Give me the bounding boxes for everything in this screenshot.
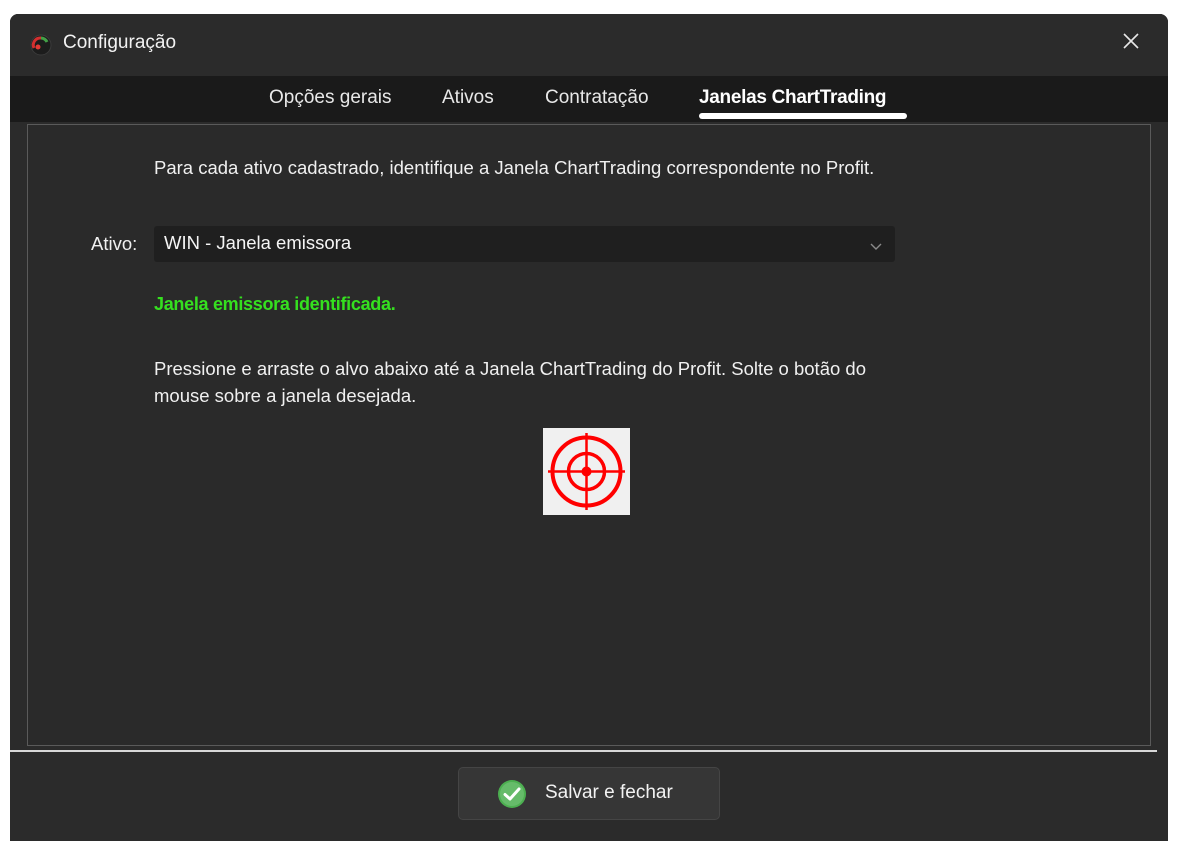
footer-divider (10, 750, 1157, 752)
window-title: Configuração (63, 32, 177, 53)
asset-select[interactable]: WIN - Janela emissora (154, 226, 895, 262)
save-and-close-button[interactable]: Salvar e fechar (458, 767, 720, 820)
tab-opcoes-gerais[interactable]: Opções gerais (269, 87, 392, 109)
chevron-down-icon (869, 238, 883, 250)
configuration-dialog: Configuração Opções gerais Ativos Contra… (10, 14, 1168, 841)
instruction-text: Para cada ativo cadastrado, identifique … (154, 157, 875, 178)
title-bar: Configuração (10, 14, 1168, 74)
tab-ativos[interactable]: Ativos (442, 87, 494, 109)
close-icon (1122, 32, 1140, 55)
tab-contratacao[interactable]: Contratação (545, 87, 649, 109)
save-button-label: Salvar e fechar (545, 782, 673, 803)
tab-bar: Opções gerais Ativos Contratação Janelas… (10, 76, 1168, 122)
check-circle-icon (497, 779, 527, 809)
app-logo-icon (30, 34, 52, 56)
drag-target-handle[interactable] (543, 428, 630, 515)
close-button[interactable] (1116, 28, 1146, 58)
tab-janelas-charttrading[interactable]: Janelas ChartTrading (699, 87, 887, 109)
drag-instruction-line1: Pressione e arraste o alvo abaixo até a … (154, 358, 866, 379)
active-tab-indicator (699, 113, 907, 119)
drag-instruction-line2: mouse sobre a janela desejada. (154, 385, 417, 406)
asset-select-value: WIN - Janela emissora (164, 232, 352, 253)
asset-label: Ativo: (91, 233, 138, 254)
crosshair-target-icon (543, 433, 630, 519)
status-message: Janela emissora identificada. (154, 294, 396, 314)
